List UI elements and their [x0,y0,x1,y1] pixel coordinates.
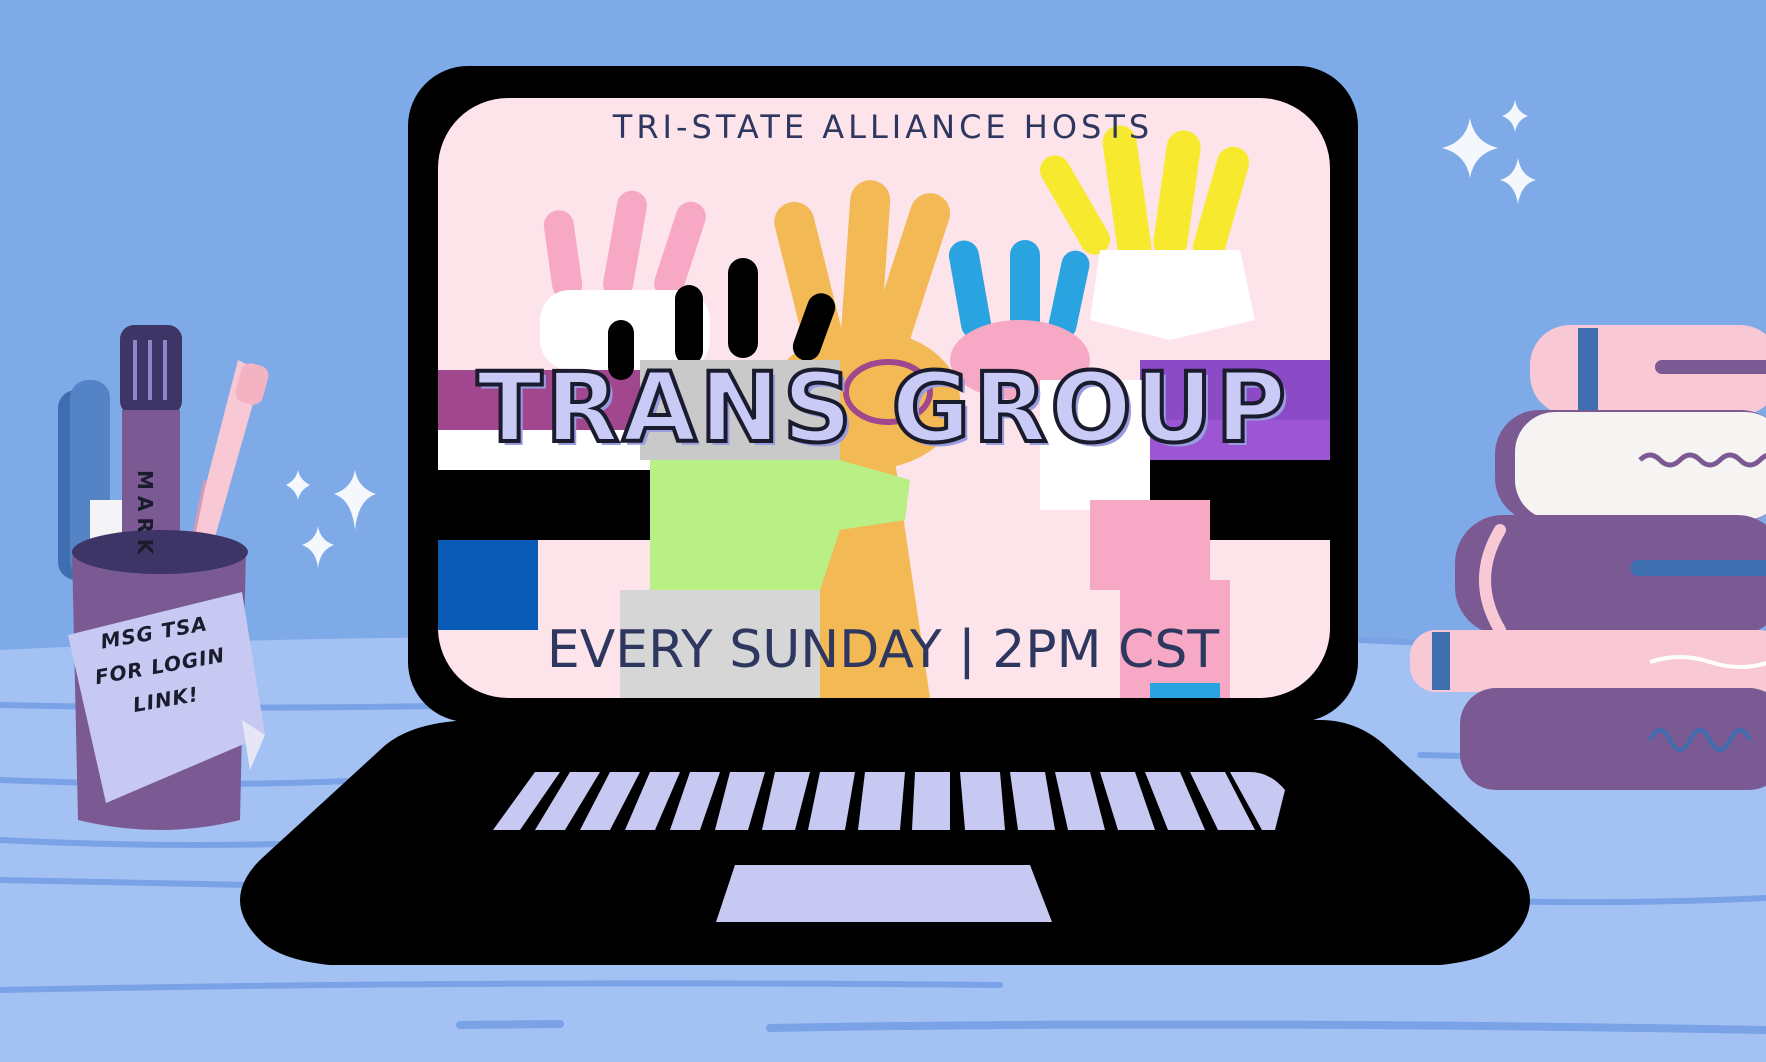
event-title: TRANS GROUP [475,350,1290,466]
scene-illustration [0,66,1766,1062]
event-schedule: EVERY SUNDAY | 2PM CST [546,620,1220,680]
laptop-base [240,720,1530,965]
event-host-headline: TRI-STATE ALLIANCE HOSTS [612,108,1154,146]
marker-label: MARK [133,470,157,561]
